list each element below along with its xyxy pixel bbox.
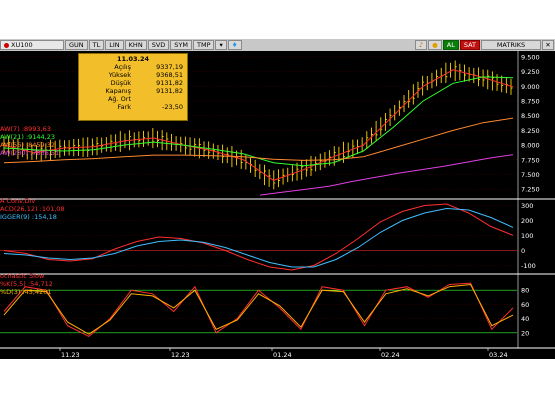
info-date: 11.03.24: [116, 55, 150, 63]
color-button[interactable]: ●: [428, 40, 442, 50]
close-icon: ✕: [545, 41, 551, 49]
info-row: Kapanış 9131,82: [83, 87, 183, 95]
info-value: 9131,82: [156, 87, 183, 95]
dropdown-button[interactable]: ▾: [215, 40, 227, 50]
x-tick-label: 03.24: [489, 351, 508, 359]
stoch-k-line: [3, 282, 514, 337]
ohlc-info-box: 11.03.24 Açılış 9337,19 Yüksek 9368,51 Düş…: [78, 53, 188, 121]
chevron-down-icon: ▾: [219, 41, 223, 49]
y-tick-label: 300: [521, 202, 533, 210]
macd-line: [3, 203, 514, 271]
symbol-dot-icon: [4, 42, 9, 48]
currency-button[interactable]: TL: [88, 40, 105, 50]
svd-button[interactable]: SVD: [147, 40, 170, 50]
y-tick-label: 9.500: [521, 53, 540, 61]
y-tick-label: 0: [521, 247, 525, 255]
color-icon: ●: [432, 41, 438, 49]
legend-ma200: AW(200) :7836,51: [0, 149, 60, 157]
legend-ma21: AW(21) :9144,23: [0, 133, 56, 141]
twitter-button[interactable]: ♦: [227, 40, 242, 50]
y-tick-label: 80: [521, 287, 529, 295]
toolbar: XU100 GUN TL LIN KHN SVD SYM TMP ▾ ♦ ♪ ●…: [0, 39, 555, 51]
x-tick-label: 12.23: [171, 351, 190, 359]
ma56-line: [3, 117, 514, 164]
x-tick-label: 01.24: [273, 351, 292, 359]
bird-icon: ♦: [231, 41, 238, 49]
y-tick-label: 100: [521, 232, 533, 240]
y-tick-label: 9.250: [521, 68, 540, 76]
alert-button[interactable]: ♪: [414, 40, 428, 50]
symbol-label: XU100: [11, 41, 33, 49]
legend-macd: ACD(26,12) :101,08: [0, 205, 65, 213]
info-row: Düşük 9131,82: [83, 79, 183, 87]
y-tick-label: 8.500: [521, 112, 540, 120]
y-tick-label: 7.250: [521, 186, 540, 194]
info-row: Fark -23,50: [83, 103, 183, 111]
y-tick-label: 9.000: [521, 83, 540, 91]
info-value: 9337,19: [156, 63, 183, 71]
legend-stoch-d: %D(3) :45,4201: [0, 288, 52, 296]
y-tick-label: 20: [521, 329, 529, 337]
info-label: Fark: [117, 103, 131, 111]
y-tick-label: 60: [521, 301, 529, 309]
symbol-field[interactable]: XU100: [0, 40, 64, 50]
linear-button[interactable]: LIN: [105, 40, 124, 50]
chart-window: XU100 GUN TL LIN KHN SVD SYM TMP ▾ ♦ ♪ ●…: [0, 39, 555, 359]
legend-stoch-k: %K(5,5) :54,712: [0, 280, 53, 288]
y-tick-label: 8.250: [521, 127, 540, 135]
macd-title: A Conv.Div: [0, 197, 36, 205]
y-tick-label: 7.500: [521, 171, 540, 179]
sym-button[interactable]: SYM: [170, 40, 192, 50]
sell-button[interactable]: SAT: [459, 40, 480, 50]
y-tick-label: 7.750: [521, 156, 540, 164]
info-row: Açılış 9337,19: [83, 63, 183, 71]
tmp-button[interactable]: TMP: [192, 40, 215, 50]
legend-ma7: AW(7) :8993,63: [0, 125, 51, 133]
y-tick-label: 40: [521, 315, 529, 323]
close-button[interactable]: ✕: [542, 40, 554, 50]
khn-button[interactable]: KHN: [124, 40, 147, 50]
signal-line: [3, 207, 514, 268]
legend-signal: IGGER(9) :154,18: [0, 213, 57, 221]
x-tick-label: 11.23: [61, 351, 80, 359]
info-label: Düşük: [110, 79, 131, 87]
y-tick-label: 200: [521, 217, 533, 225]
info-label: Ağ. Ort: [107, 95, 131, 103]
y-tick-label: 8.000: [521, 142, 540, 150]
matriks-button[interactable]: MATRIKS: [481, 40, 541, 50]
x-tick-label: 02.24: [381, 351, 400, 359]
info-label: Kapanış: [105, 87, 131, 95]
info-label: Yüksek: [108, 71, 131, 79]
stoch-d-line: [3, 283, 514, 335]
info-value: 9368,51: [156, 71, 183, 79]
stoch-title: ochastic Slow: [0, 272, 45, 280]
y-tick-label: -100: [521, 262, 536, 270]
y-tick-label: 8.750: [521, 97, 540, 105]
info-label: Açılış: [114, 63, 131, 71]
info-row: Yüksek 9368,51: [83, 71, 183, 79]
info-value: 9131,82: [156, 79, 183, 87]
info-value: [139, 95, 183, 103]
buy-button[interactable]: AL: [442, 40, 459, 50]
info-value: -23,50: [162, 103, 183, 111]
period-button[interactable]: GUN: [65, 40, 88, 50]
bell-icon: ♪: [418, 41, 424, 49]
legend-ma56: AW(56) :8459,32: [0, 141, 56, 149]
info-row: Ağ. Ort: [83, 95, 183, 103]
